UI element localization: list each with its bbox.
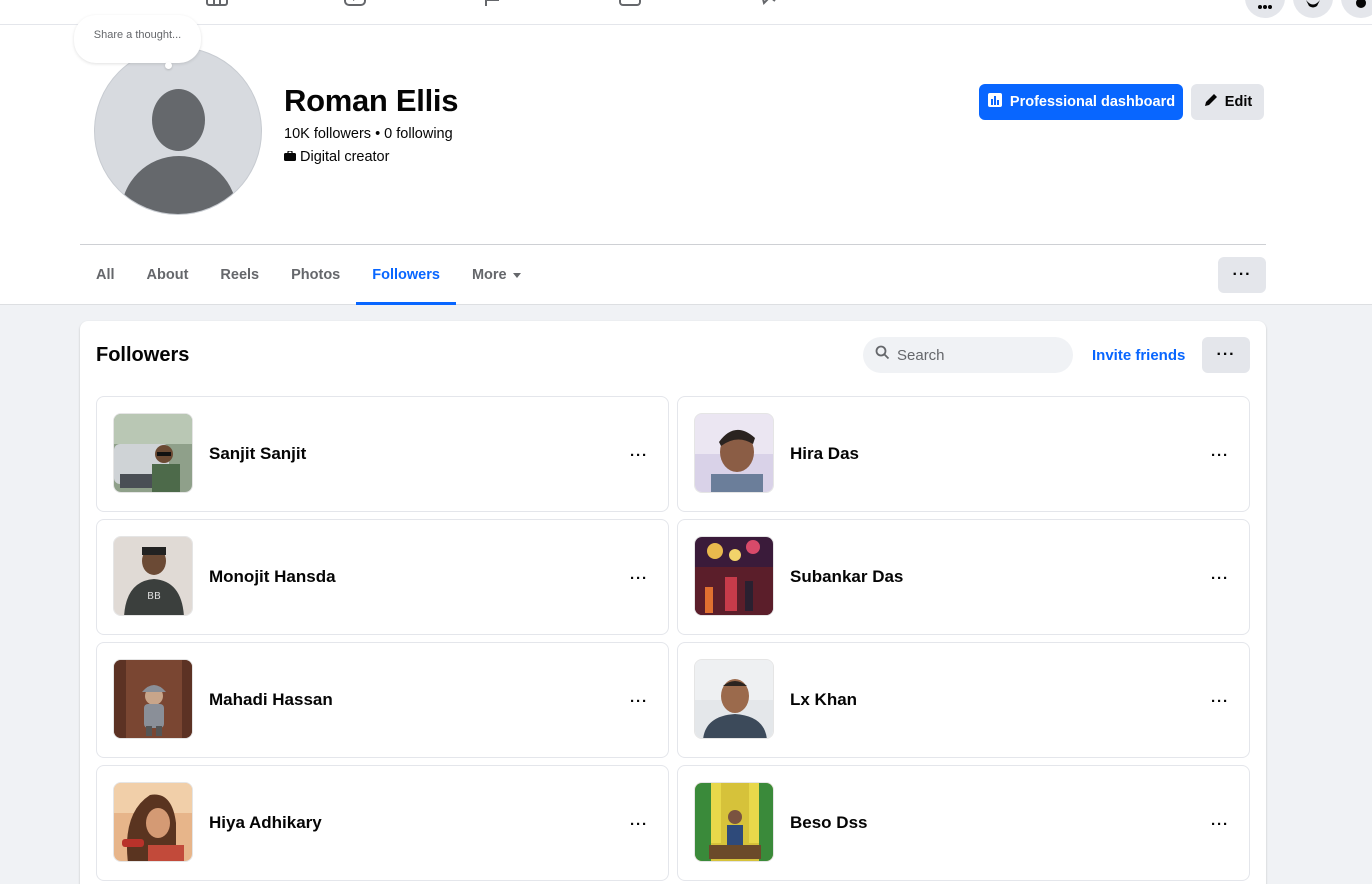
follower-name[interactable]: Beso Dss (790, 813, 867, 833)
follower-name[interactable]: Hiya Adhikary (209, 813, 322, 833)
marketplace-icon[interactable] (618, 0, 642, 7)
profile-header: Share a thought... Roman Ellis 10K follo… (0, 15, 1372, 305)
messenger-icon[interactable] (1293, 0, 1333, 18)
followers-search[interactable] (863, 337, 1073, 373)
follower-name[interactable]: Monojit Hansda (209, 567, 336, 587)
professional-dashboard-button[interactable]: Professional dashboard (979, 84, 1183, 120)
follower-card[interactable]: Hira Das ··· (677, 396, 1250, 512)
follower-more-button[interactable]: ··· (1202, 806, 1238, 842)
follower-name[interactable]: Subankar Das (790, 567, 903, 587)
profile-category: Digital creator (284, 149, 389, 165)
follower-photo[interactable] (113, 782, 193, 862)
profile-avatar[interactable] (94, 47, 262, 215)
professional-dashboard-label: Professional dashboard (1009, 94, 1176, 110)
menu-grid-icon[interactable] (1245, 0, 1285, 18)
follower-more-button[interactable]: ··· (621, 806, 657, 842)
header-divider (80, 244, 1266, 245)
tab-about[interactable]: About (131, 247, 205, 303)
follower-more-button[interactable]: ··· (1202, 437, 1238, 473)
search-input[interactable] (897, 346, 1057, 364)
profile-follow-stats[interactable]: 10K followers • 0 following (284, 126, 453, 142)
home-icon[interactable] (205, 0, 229, 7)
follower-card[interactable]: Hiya Adhikary ··· (96, 765, 669, 881)
follower-card[interactable]: Mahadi Hassan ··· (96, 642, 669, 758)
tab-reels[interactable]: Reels (204, 247, 275, 303)
follower-photo[interactable] (113, 413, 193, 493)
follower-photo[interactable] (694, 782, 774, 862)
follower-photo[interactable] (694, 659, 774, 739)
follower-photo[interactable] (694, 536, 774, 616)
follower-photo[interactable] (694, 413, 774, 493)
followers-grid: Sanjit Sanjit ··· Hira Das ··· BB Monoji… (96, 396, 1250, 881)
follower-card[interactable]: Sanjit Sanjit ··· (96, 396, 669, 512)
profile-tabs: All About Reels Photos Followers More (80, 247, 537, 305)
profile-tabs-more-button[interactable]: ··· (1218, 257, 1266, 293)
edit-label: Edit (1224, 94, 1253, 110)
follower-photo[interactable] (113, 659, 193, 739)
followers-more-button[interactable]: ··· (1202, 337, 1250, 373)
briefcase-icon (284, 149, 296, 165)
followers-title: Followers (96, 344, 190, 366)
follower-name[interactable]: Sanjit Sanjit (209, 444, 306, 464)
watch-icon[interactable] (343, 0, 367, 7)
follower-more-button[interactable]: ··· (621, 560, 657, 596)
follower-more-button[interactable]: ··· (1202, 560, 1238, 596)
follower-name[interactable]: Hira Das (790, 444, 859, 464)
pages-icon[interactable] (481, 0, 505, 7)
follower-more-button[interactable]: ··· (621, 683, 657, 719)
follower-more-button[interactable]: ··· (1202, 683, 1238, 719)
tab-more[interactable]: More (456, 247, 537, 303)
follower-more-button[interactable]: ··· (621, 437, 657, 473)
share-thought-placeholder: Share a thought... (93, 29, 182, 41)
pencil-icon (1203, 92, 1219, 112)
follower-photo[interactable]: BB (113, 536, 193, 616)
follower-card[interactable]: Beso Dss ··· (677, 765, 1250, 881)
edit-profile-button[interactable]: Edit (1191, 84, 1264, 120)
follower-card[interactable]: Lx Khan ··· (677, 642, 1250, 758)
invite-friends-link[interactable]: Invite friends (1084, 345, 1193, 366)
follower-name[interactable]: Lx Khan (790, 690, 857, 710)
tab-all[interactable]: All (80, 247, 131, 303)
profile-name: Roman Ellis (284, 83, 459, 118)
tab-photos[interactable]: Photos (275, 247, 356, 303)
gaming-icon[interactable] (756, 0, 780, 7)
profile-category-label: Digital creator (300, 149, 390, 165)
followers-card: Followers Invite friends ··· Sanjit Sanj… (80, 321, 1266, 884)
follower-card[interactable]: Subankar Das ··· (677, 519, 1250, 635)
caret-down-icon (512, 273, 521, 278)
dashboard-chart-icon (987, 92, 1003, 112)
follower-name[interactable]: Mahadi Hassan (209, 690, 333, 710)
svg-text:BB: BB (147, 591, 161, 602)
search-icon (875, 345, 890, 365)
tab-followers[interactable]: Followers (356, 247, 456, 305)
follower-card[interactable]: BB Monojit Hansda ··· (96, 519, 669, 635)
share-thought-bubble[interactable]: Share a thought... (74, 15, 201, 63)
settings-icon[interactable] (1341, 0, 1372, 18)
top-navigation-bar (0, 0, 1372, 25)
